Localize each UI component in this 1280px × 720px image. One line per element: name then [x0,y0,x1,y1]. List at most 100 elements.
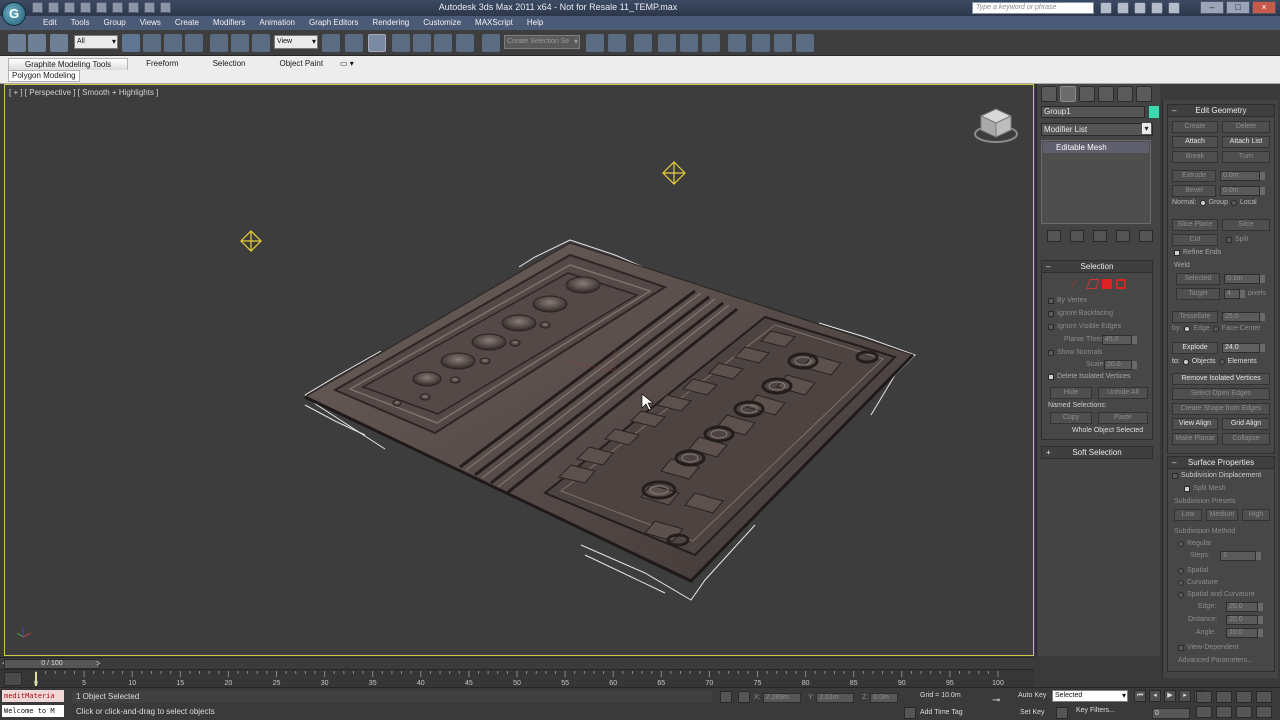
attach-list-button[interactable]: Attach List [1222,136,1270,148]
copy-button[interactable]: Copy [1050,412,1092,424]
selection-lock-icon[interactable] [720,691,732,703]
ignore-backfacing-checkbox[interactable]: Ignore Backfacing [1048,310,1113,317]
curve-editor-icon[interactable] [680,34,698,52]
reference-coordinate-dropdown[interactable]: View [274,35,318,49]
bevel-spinner[interactable]: 0.0m [1220,186,1265,196]
show-end-result-icon[interactable] [1070,230,1084,242]
utilities-tab-icon[interactable] [1136,86,1152,102]
mesh-object[interactable] [303,242,915,583]
render-production-icon[interactable] [796,34,814,52]
display-tab-icon[interactable] [1117,86,1133,102]
edge-level-icon[interactable]: ⁄ [1074,279,1084,289]
explode-button[interactable]: Explode [1172,342,1218,354]
preset-medium-button[interactable]: Medium [1206,509,1238,521]
spatial-radio[interactable]: Spatial [1178,567,1208,574]
ignore-visible-edges-checkbox[interactable]: Ignore Visible Edges [1048,323,1121,330]
delete-button[interactable]: Delete [1222,121,1270,133]
menu-help[interactable]: Help [520,16,550,30]
preset-low-button[interactable]: Low [1174,509,1202,521]
weld-threshold-spinner[interactable]: 0.1m [1224,274,1265,284]
rotate-icon[interactable] [231,34,249,52]
menu-maxscript[interactable]: MAXScript [468,16,520,30]
menu-edit[interactable]: Edit [36,16,64,30]
binoculars-icon[interactable] [1100,2,1112,14]
remove-isolated-vertices-button[interactable]: Remove Isolated Vertices [1172,373,1270,385]
tab-freeform[interactable]: Freeform [130,58,194,70]
set-keys-icon[interactable]: ⊸ [992,695,1010,707]
window-crossing-icon[interactable] [185,34,203,52]
snaps-toggle-icon[interactable] [392,34,410,52]
zoom-extents-all-icon[interactable] [1256,691,1272,703]
hierarchy-tab-icon[interactable] [1079,86,1095,102]
vertex-level-icon[interactable]: · [1060,279,1070,289]
select-and-link-icon[interactable] [8,34,26,52]
selection-filter-dropdown[interactable]: All [74,35,118,49]
tab-object-paint[interactable]: Object Paint [264,58,340,70]
keyboard-shortcut-override-icon[interactable] [368,34,386,52]
select-by-name-icon[interactable] [143,34,161,52]
light-helper-left[interactable] [240,230,262,252]
next-frame-icon[interactable]: ▸ [1179,690,1191,702]
angle-spinner[interactable]: 10.0 [1226,628,1263,638]
x-field[interactable]: 2.289m [762,692,801,703]
edit-named-selection-icon[interactable] [482,34,500,52]
cut-button[interactable]: Cut [1172,234,1218,246]
explode-elements-radio[interactable] [1218,358,1225,365]
menu-views[interactable]: Views [133,16,168,30]
tab-graphite-modeling-tools[interactable]: Graphite Modeling Tools [8,58,129,70]
hide-button[interactable]: Hide [1050,387,1092,399]
explode-spinner[interactable]: 24.0 [1222,343,1265,353]
menu-graph-editors[interactable]: Graph Editors [302,16,365,30]
normals-scale-spinner[interactable]: 20.0 [1104,360,1137,370]
viewport-label-menu[interactable]: [ + ] [ Perspective ] [ Smooth + Highlig… [9,88,158,97]
menu-customize[interactable]: Customize [416,16,468,30]
bind-space-warp-icon[interactable] [50,34,68,52]
curvature-radio[interactable]: Curvature [1178,579,1218,586]
by-vertex-checkbox[interactable]: By Vertex [1048,297,1087,304]
percent-snap-icon[interactable] [434,34,452,52]
spinner-snap-icon[interactable] [456,34,474,52]
absolute-mode-icon[interactable] [738,691,750,703]
turn-button[interactable]: Turn [1222,151,1270,163]
create-button[interactable]: Create [1172,121,1218,133]
slice-button[interactable]: Slice [1222,219,1270,231]
extrude-spinner[interactable]: 0.0m [1220,171,1265,181]
ribbon-options-button[interactable]: ▭ ▾ [340,59,358,68]
attach-button[interactable]: Attach [1172,136,1218,148]
favorites-icon[interactable] [1151,2,1163,14]
maxscript-listener-input[interactable]: Welcome to M [2,705,64,717]
menu-modifiers[interactable]: Modifiers [206,16,252,30]
menu-group[interactable]: Group [96,16,132,30]
previous-frame-icon[interactable]: ◂ [1149,690,1161,702]
create-tab-icon[interactable] [1041,86,1057,102]
explode-objects-radio[interactable] [1182,358,1189,365]
grid-align-button[interactable]: Grid Align [1222,418,1270,430]
orbit-icon[interactable] [1236,706,1252,718]
menu-create[interactable]: Create [168,16,206,30]
polygon-level-icon[interactable] [1102,279,1112,289]
unlink-icon[interactable] [28,34,46,52]
tessellate-button[interactable]: Tessellate [1172,311,1218,323]
pivot-center-icon[interactable] [322,34,340,52]
help-search-input[interactable]: Type a keyword or phrase [972,2,1094,14]
view-dependent-checkbox[interactable]: View-Dependent [1178,644,1239,651]
select-object-icon[interactable] [122,34,140,52]
preset-high-button[interactable]: High [1242,509,1270,521]
key-filters-button[interactable]: Key Filters... [1076,707,1115,714]
view-align-button[interactable]: View Align [1172,418,1218,430]
tessellate-edge-radio[interactable] [1184,325,1191,332]
break-button[interactable]: Break [1172,151,1218,163]
track-bar[interactable]: 0510152025303540455055606570758085909510… [0,669,1034,687]
auto-key-button[interactable]: Auto Key [1018,692,1046,699]
scale-icon[interactable] [252,34,270,52]
planar-thresh-spinner[interactable]: 45.0 [1102,335,1137,345]
time-slider[interactable]: < 0 / 100 > [0,657,1034,669]
group-radio[interactable] [1199,199,1206,206]
schematic-view-icon[interactable] [702,34,720,52]
paste-button[interactable]: Paste [1098,412,1148,424]
field-of-view-icon[interactable] [1196,706,1212,718]
menu-tools[interactable]: Tools [64,16,97,30]
weld-selected-button[interactable]: Selected [1176,273,1220,285]
tessellate-spinner[interactable]: 25.0 [1222,312,1265,322]
distance-spinner[interactable]: 20.0 [1226,615,1263,625]
